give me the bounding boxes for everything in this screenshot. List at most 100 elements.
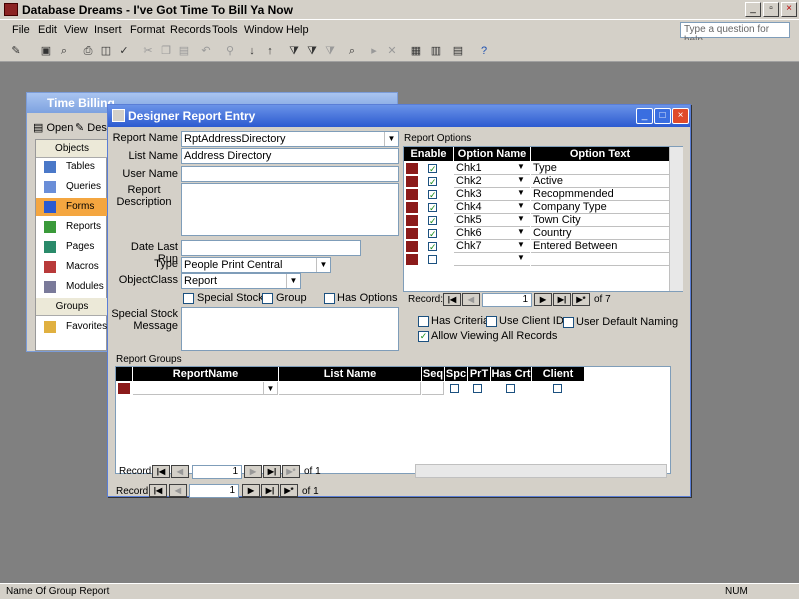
undo-icon[interactable]: ↶ (198, 43, 214, 59)
option-enable-checkbox[interactable]: ✓ (428, 216, 437, 226)
user-default-naming-checkbox[interactable] (563, 317, 574, 328)
option-enable-checkbox[interactable]: ✓ (428, 177, 437, 187)
has-options-checkbox[interactable] (324, 293, 335, 304)
new-record-icon[interactable]: ▸ (366, 43, 382, 59)
sidebar-item-pages[interactable]: Pages (36, 238, 108, 256)
main-last-record-button[interactable]: ▶| (261, 484, 279, 497)
sidebar-item-forms[interactable]: Forms (36, 198, 108, 216)
option-row-selector[interactable] (406, 215, 418, 226)
chevron-down-icon[interactable]: ▼ (517, 240, 525, 249)
chevron-down-icon[interactable]: ▼ (517, 201, 525, 210)
option-row-selector[interactable] (406, 254, 418, 265)
new-row-selector[interactable] (118, 383, 130, 394)
delete-record-icon[interactable]: ✕ (384, 43, 400, 59)
menu-window[interactable]: Window (244, 24, 283, 36)
chevron-down-icon[interactable]: ▼ (517, 175, 525, 184)
option-row-selector[interactable] (406, 176, 418, 187)
option-enable-checkbox[interactable]: ✓ (428, 164, 437, 174)
hyperlink-icon[interactable]: ⚲ (222, 43, 238, 59)
option-text-cell[interactable]: Country (531, 227, 669, 240)
new-row-report-name[interactable]: ▼ (133, 382, 278, 395)
design-view-icon[interactable]: ✎ (8, 43, 24, 59)
help-icon[interactable]: ? (476, 43, 492, 59)
form-maximize-button[interactable]: □ (654, 108, 671, 124)
menu-format[interactable]: Format (130, 24, 165, 36)
list-name-field[interactable]: Address Directory (181, 148, 399, 164)
groups-last-record-button[interactable]: ▶| (263, 465, 281, 478)
option-row-selector[interactable] (406, 228, 418, 239)
main-next-record-button[interactable]: ▶ (242, 484, 260, 497)
restore-app-button[interactable]: ▫ (763, 2, 779, 17)
menu-records[interactable]: Records (170, 24, 211, 36)
new-row-spc-checkbox[interactable] (450, 384, 459, 393)
use-client-id-checkbox[interactable] (486, 316, 497, 327)
option-text-cell[interactable]: Active (531, 175, 669, 188)
sidebar-item-queries[interactable]: Queries (36, 178, 108, 196)
copy-icon[interactable]: ❐ (158, 43, 174, 59)
minimize-app-button[interactable]: _ (745, 2, 761, 17)
properties-icon[interactable]: ▦ (408, 43, 424, 59)
groups-record-number[interactable]: 1 (192, 465, 242, 479)
user-name-field[interactable] (181, 166, 399, 182)
form-close-button[interactable]: × (672, 108, 689, 124)
chevron-down-icon[interactable]: ▼ (517, 227, 525, 236)
groups-horizontal-scrollbar[interactable] (415, 464, 667, 478)
apply-filter-icon[interactable]: ⧩ (322, 43, 338, 59)
close-app-button[interactable]: × (781, 2, 797, 17)
chevron-down-icon[interactable]: ▼ (517, 162, 525, 171)
open-button[interactable]: ▤ Open (33, 121, 73, 134)
option-text-cell[interactable]: Town City (531, 214, 669, 227)
date-last-run-field[interactable] (181, 240, 361, 256)
options-last-record-button[interactable]: ▶| (553, 293, 571, 306)
option-enable-checkbox[interactable] (428, 255, 437, 264)
sidebar-item-modules[interactable]: Modules (36, 278, 108, 296)
options-record-number[interactable]: 1 (482, 293, 532, 307)
new-row-list-name[interactable] (279, 382, 421, 395)
print-icon[interactable]: ⎙ (80, 43, 96, 59)
cut-icon[interactable]: ✂ (140, 43, 156, 59)
sort-ascending-icon[interactable]: ↓ (244, 43, 260, 59)
option-text-cell[interactable]: Entered Between (531, 240, 669, 253)
chevron-down-icon[interactable]: ▼ (263, 382, 277, 394)
sidebar-item-reports[interactable]: Reports (36, 218, 108, 236)
save-icon[interactable]: ▣ (38, 43, 54, 59)
chevron-down-icon[interactable]: ▼ (517, 214, 525, 223)
special-stock-checkbox[interactable] (183, 293, 194, 304)
option-enable-checkbox[interactable]: ✓ (428, 242, 437, 252)
menu-edit[interactable]: Edit (38, 24, 57, 36)
option-row-selector[interactable] (406, 241, 418, 252)
chevron-down-icon[interactable]: ▼ (286, 274, 300, 288)
print-preview-icon[interactable]: ◫ (98, 43, 114, 59)
groups-next-record-button[interactable]: ▶ (244, 465, 262, 478)
new-row-seq[interactable] (422, 382, 444, 395)
sort-descending-icon[interactable]: ↑ (262, 43, 278, 59)
database-window-icon[interactable]: ▥ (428, 43, 444, 59)
report-description-field[interactable] (181, 183, 399, 236)
main-new-record-button[interactable]: ▶* (280, 484, 298, 497)
menu-view[interactable]: View (64, 24, 88, 36)
type-combo[interactable]: People Print Central ▼ (181, 257, 331, 273)
option-row-selector[interactable] (406, 163, 418, 174)
filter-by-selection-icon[interactable]: ⧩ (286, 43, 302, 59)
options-scrollbar[interactable] (669, 147, 683, 291)
object-class-combo[interactable]: Report ▼ (181, 273, 301, 289)
option-text-cell[interactable]: Recopmmended (531, 188, 669, 201)
option-enable-checkbox[interactable]: ✓ (428, 229, 437, 239)
option-text-cell[interactable] (531, 253, 669, 266)
groups-new-record-button[interactable]: ▶* (282, 465, 300, 478)
groups-prev-record-button[interactable]: ◀ (171, 465, 189, 478)
options-new-record-button[interactable]: ▶* (572, 293, 590, 306)
new-row-client-crt-checkbox[interactable] (553, 384, 562, 393)
sidebar-item-favorites[interactable]: Favorites (36, 318, 108, 336)
chevron-down-icon[interactable]: ▼ (517, 188, 525, 197)
menu-file[interactable]: File (12, 24, 30, 36)
group-checkbox[interactable] (262, 293, 273, 304)
sidebar-item-tables[interactable]: Tables (36, 158, 108, 176)
option-text-cell[interactable]: Type (531, 162, 669, 175)
options-prev-record-button[interactable]: ◀ (462, 293, 480, 306)
menu-insert[interactable]: Insert (94, 24, 122, 36)
spelling-icon[interactable]: ✓ (116, 43, 132, 59)
main-prev-record-button[interactable]: ◀ (169, 484, 187, 497)
menu-tools[interactable]: Tools (212, 24, 238, 36)
options-first-record-button[interactable]: |◀ (443, 293, 461, 306)
